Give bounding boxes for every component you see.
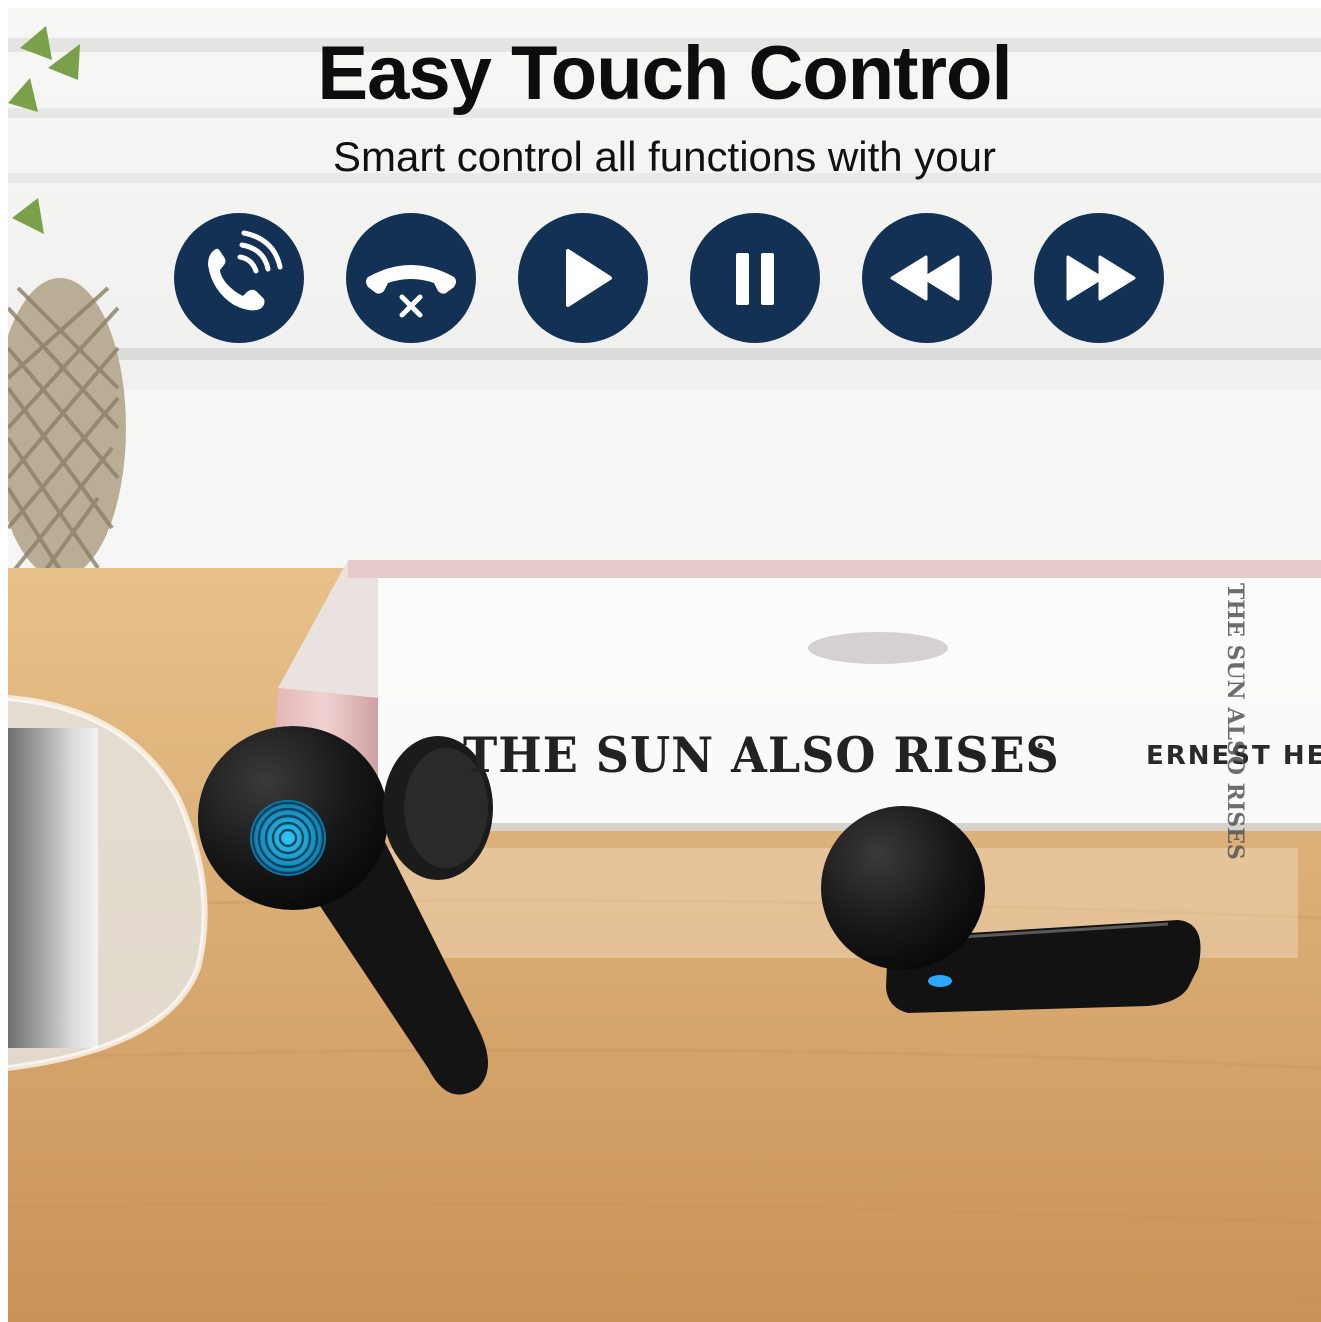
background-scene (8, 8, 1321, 1322)
phone-answer-icon (174, 213, 304, 343)
book-cover-title: THE SUN ALSO RISES (463, 726, 1060, 784)
touch-control-icons (174, 213, 1164, 345)
play-icon (518, 213, 648, 343)
product-image-frame: Easy Touch Control Smart control all fun… (0, 0, 1321, 1322)
product-photo: Easy Touch Control Smart control all fun… (8, 8, 1321, 1322)
book-separator: • (1035, 736, 1046, 757)
rewind-icon (862, 213, 992, 343)
banner-subtitle: Smart control all functions with your (333, 133, 996, 180)
fingerprint-icon (250, 800, 326, 876)
phone-hangup-icon (346, 213, 476, 343)
book-spine-text: THE SUN ALSO RISES (1222, 583, 1248, 860)
fast-forward-icon (1034, 213, 1164, 343)
pause-icon (690, 213, 820, 343)
banner-title: Easy Touch Control (317, 31, 1012, 116)
